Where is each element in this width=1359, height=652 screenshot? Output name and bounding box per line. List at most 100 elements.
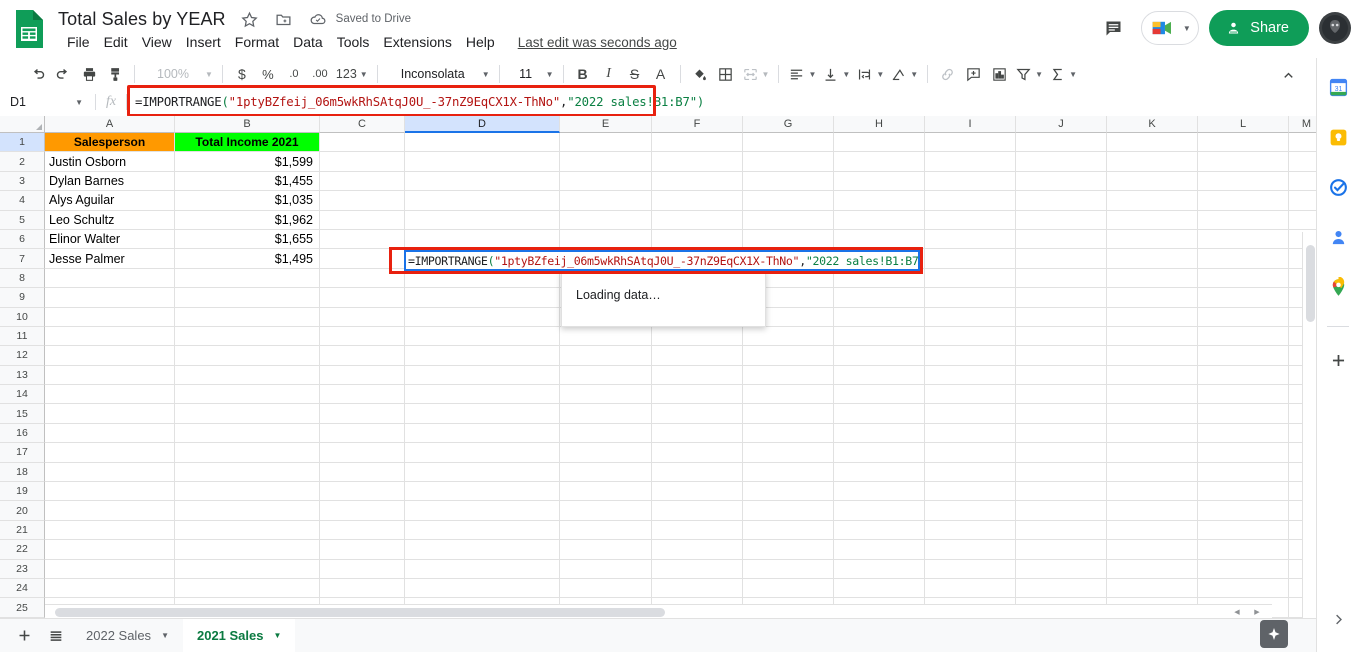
add-on-plus-icon[interactable] [1323, 345, 1353, 375]
cell-C13[interactable] [320, 365, 405, 386]
cell-F17[interactable] [652, 443, 743, 463]
cell-D22[interactable] [405, 540, 560, 560]
cell-I6[interactable] [925, 229, 1016, 250]
cell-K19[interactable] [1107, 482, 1198, 502]
cell-A5[interactable]: Leo Schultz [45, 210, 175, 230]
google-maps-icon[interactable] [1323, 272, 1353, 302]
row-header-17[interactable]: 17 [0, 443, 45, 463]
cell-I10[interactable] [925, 307, 1016, 327]
cell-J2[interactable] [1016, 152, 1107, 172]
cell-E16[interactable] [560, 423, 652, 444]
cell-H8[interactable] [834, 268, 925, 289]
cell-E6[interactable] [560, 229, 652, 250]
redo-icon[interactable] [50, 61, 76, 87]
cell-B10[interactable] [175, 307, 320, 327]
avatar[interactable] [1319, 12, 1351, 44]
vertical-scrollbar[interactable]: ▲ ▼ [1302, 232, 1316, 618]
cell-L3[interactable] [1198, 171, 1289, 192]
cell-K14[interactable] [1107, 385, 1198, 405]
cell-G22[interactable] [743, 540, 834, 560]
cell-D2[interactable] [405, 152, 560, 172]
merge-cells-icon[interactable]: ▼ [739, 61, 773, 87]
cell-H15[interactable] [834, 404, 925, 424]
cell-F14[interactable] [652, 385, 743, 405]
cell-D1[interactable] [405, 133, 560, 153]
cell-B6[interactable]: $1,655 [175, 229, 320, 250]
cell-I21[interactable] [925, 520, 1016, 541]
select-all-corner[interactable] [0, 116, 45, 133]
cell-B2[interactable]: $1,599 [175, 152, 320, 172]
cell-A12[interactable] [45, 346, 175, 366]
cell-L7[interactable] [1198, 249, 1289, 269]
cell-E22[interactable] [560, 540, 652, 560]
cell-A22[interactable] [45, 540, 175, 560]
cell-C16[interactable] [320, 423, 405, 444]
cell-G11[interactable] [743, 326, 834, 347]
cell-H4[interactable] [834, 191, 925, 211]
cell-A9[interactable] [45, 288, 175, 308]
cell-M4[interactable] [1289, 191, 1316, 211]
column-header-k[interactable]: K [1107, 116, 1198, 133]
row-header-4[interactable]: 4 [0, 191, 45, 211]
cell-I4[interactable] [925, 191, 1016, 211]
row-header-7[interactable]: 7 [0, 249, 45, 269]
cell-F16[interactable] [652, 423, 743, 444]
row-header-3[interactable]: 3 [0, 171, 45, 192]
vertical-align-icon[interactable]: ▼ [819, 61, 853, 87]
cell-L17[interactable] [1198, 443, 1289, 463]
row-header-15[interactable]: 15 [0, 404, 45, 424]
cell-F24[interactable] [652, 578, 743, 599]
cell-H1[interactable] [834, 133, 925, 153]
menu-extensions[interactable]: Extensions [376, 33, 458, 51]
cell-L23[interactable] [1198, 559, 1289, 579]
cell-F6[interactable] [652, 229, 743, 250]
cell-G16[interactable] [743, 423, 834, 444]
cell-E1[interactable] [560, 133, 652, 153]
increase-decimal-icon[interactable]: .00 [307, 61, 333, 87]
text-color-icon[interactable]: A [648, 61, 674, 87]
cell-B16[interactable] [175, 423, 320, 444]
cell-D20[interactable] [405, 501, 560, 521]
row-header-20[interactable]: 20 [0, 501, 45, 521]
cell-K4[interactable] [1107, 191, 1198, 211]
sheet-tab-caret-icon[interactable]: ▼ [161, 631, 169, 640]
cell-B17[interactable] [175, 443, 320, 463]
cell-I20[interactable] [925, 501, 1016, 521]
cell-L4[interactable] [1198, 191, 1289, 211]
cell-H6[interactable] [834, 229, 925, 250]
cell-C3[interactable] [320, 171, 405, 192]
cell-C22[interactable] [320, 540, 405, 560]
cell-G20[interactable] [743, 501, 834, 521]
cell-J18[interactable] [1016, 462, 1107, 483]
cell-E2[interactable] [560, 152, 652, 172]
cell-I1[interactable] [925, 133, 1016, 153]
cell-B20[interactable] [175, 501, 320, 521]
vertical-scroll-thumb[interactable] [1306, 245, 1315, 322]
cell-C10[interactable] [320, 307, 405, 327]
horizontal-scroll-thumb[interactable] [55, 608, 665, 617]
decrease-decimal-icon[interactable]: .0 [281, 61, 307, 87]
cell-H14[interactable] [834, 385, 925, 405]
cell-J4[interactable] [1016, 191, 1107, 211]
cell-K16[interactable] [1107, 423, 1198, 444]
cell-J16[interactable] [1016, 423, 1107, 444]
print-icon[interactable] [76, 61, 102, 87]
column-header-h[interactable]: H [834, 116, 925, 133]
cell-G13[interactable] [743, 365, 834, 386]
row-header-23[interactable]: 23 [0, 559, 45, 579]
cell-I12[interactable] [925, 346, 1016, 366]
column-header-m[interactable]: M [1289, 116, 1316, 133]
cell-H2[interactable] [834, 152, 925, 172]
cell-L13[interactable] [1198, 365, 1289, 386]
cell-D13[interactable] [405, 365, 560, 386]
cell-J10[interactable] [1016, 307, 1107, 327]
cell-I13[interactable] [925, 365, 1016, 386]
cell-F13[interactable] [652, 365, 743, 386]
cell-G19[interactable] [743, 482, 834, 502]
cell-K5[interactable] [1107, 210, 1198, 230]
cell-D23[interactable] [405, 559, 560, 579]
cell-F20[interactable] [652, 501, 743, 521]
share-button[interactable]: Share [1209, 10, 1309, 46]
row-header-9[interactable]: 9 [0, 288, 45, 308]
cell-A6[interactable]: Elinor Walter [45, 229, 175, 250]
